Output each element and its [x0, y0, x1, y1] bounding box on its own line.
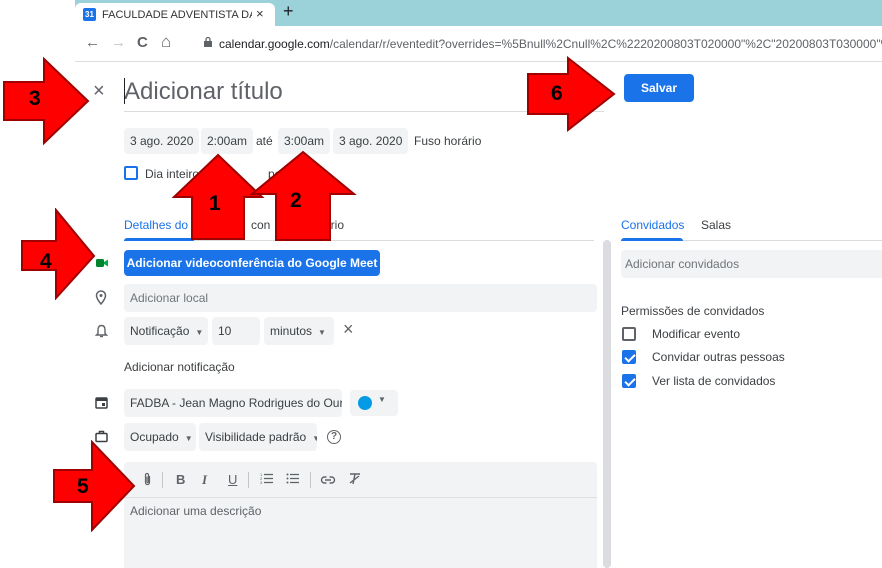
annotation-number-2: 2	[290, 189, 302, 212]
permission-modify-event-checkbox[interactable]	[622, 327, 636, 341]
annotation-number-6: 6	[551, 82, 563, 105]
save-button[interactable]: Salvar	[624, 74, 694, 102]
italic-icon[interactable]: I	[202, 472, 207, 488]
annotation-arrow-2	[249, 150, 357, 241]
toolbar-divider	[162, 472, 163, 488]
link-icon[interactable]	[320, 475, 336, 485]
all-day-checkbox[interactable]	[124, 166, 138, 180]
close-icon[interactable]: ×	[93, 80, 105, 103]
busy-status-value: Ocupado	[130, 430, 179, 444]
tab-title: FACULDADE ADVENTISTA DA BA	[102, 9, 252, 21]
guest-permissions-title: Permissões de convidados	[621, 304, 765, 318]
url-host: calendar.google.com	[219, 37, 330, 51]
bold-icon[interactable]: B	[176, 472, 185, 487]
reload-icon[interactable]: C	[137, 34, 148, 51]
start-date-chip[interactable]: 3 ago. 2020	[124, 128, 200, 154]
help-icon[interactable]: ?	[327, 430, 341, 444]
notification-unit-value: minutos	[270, 324, 313, 338]
location-pin-icon	[95, 290, 107, 306]
description-editor[interactable]: B I U 1 2 3 Adicionar uma descrição	[124, 462, 597, 568]
attachment-icon[interactable]	[143, 472, 152, 487]
remove-formatting-icon[interactable]	[348, 472, 362, 485]
tab-close-icon[interactable]: ×	[256, 6, 264, 21]
browser-tab-strip: 31 FACULDADE ADVENTISTA DA BA × +	[75, 0, 882, 26]
svg-text:3: 3	[260, 480, 263, 485]
annotation-arrow-5	[53, 440, 136, 532]
add-notification-link[interactable]: Adicionar notificação	[124, 360, 235, 374]
toolbar-divider	[310, 472, 311, 488]
browser-tab[interactable]: 31 FACULDADE ADVENTISTA DA BA ×	[75, 3, 275, 26]
bulleted-list-icon[interactable]	[286, 472, 300, 485]
permission-see-guest-list-label: Ver lista de convidados	[652, 374, 776, 388]
permission-see-guest-list-checkbox[interactable]	[622, 374, 636, 388]
notification-value-input[interactable]: 10	[212, 317, 260, 345]
google-meet-icon	[96, 259, 108, 267]
permission-modify-event-label: Modificar evento	[652, 327, 741, 341]
forward-arrow-icon[interactable]: →	[111, 34, 126, 51]
description-placeholder: Adicionar uma descrição	[130, 504, 262, 518]
toolbar-divider	[248, 472, 249, 488]
timezone-link[interactable]: Fuso horário	[414, 128, 481, 154]
notification-type-select[interactable]: Notificação ▼	[124, 317, 208, 345]
annotation-number-4: 4	[40, 250, 52, 273]
annotation-number-3: 3	[29, 87, 41, 110]
visibility-value: Visibilidade padrão	[205, 430, 307, 444]
visibility-select[interactable]: Visibilidade padrão ▼	[199, 423, 317, 451]
notification-unit-select[interactable]: minutos ▼	[264, 317, 334, 345]
permission-invite-others-checkbox[interactable]	[622, 350, 636, 364]
calendar-favicon-icon: 31	[83, 8, 96, 21]
chevron-down-icon: ▼	[312, 434, 317, 443]
add-google-meet-button[interactable]: Adicionar videoconferência do Google Mee…	[124, 250, 380, 276]
color-swatch	[358, 396, 372, 410]
vertical-scrollbar[interactable]	[603, 240, 611, 568]
url-path: /calendar/r/eventedit?overrides=%5Bnull%…	[329, 37, 882, 51]
start-time-chip[interactable]: 2:00am	[201, 128, 254, 154]
formatting-toolbar: B I U 1 2 3	[124, 462, 597, 498]
permission-invite-others-label: Convidar outras pessoas	[652, 350, 785, 364]
location-input[interactable]: Adicionar local	[124, 284, 597, 312]
new-tab-icon[interactable]: +	[283, 1, 294, 22]
remove-notification-icon[interactable]: ×	[343, 319, 354, 340]
bell-icon	[95, 324, 108, 338]
guest-tabs: Convidados Salas	[621, 216, 882, 241]
annotation-number-1: 1	[209, 192, 221, 215]
notification-type-value: Notificação	[130, 324, 190, 338]
back-arrow-icon[interactable]: ←	[85, 34, 100, 51]
calendar-owner-value: FADBA - Jean Magno Rodrigues do Ouro	[130, 396, 342, 410]
calendar-icon	[95, 397, 108, 409]
annotation-arrow-6	[527, 56, 616, 133]
chevron-down-icon: ▼	[378, 395, 386, 404]
underline-icon[interactable]: U	[228, 472, 237, 487]
annotation-number-5: 5	[77, 475, 89, 498]
numbered-list-icon[interactable]: 1 2 3	[260, 472, 274, 485]
active-tab-indicator	[621, 238, 683, 241]
event-color-select[interactable]: ▼	[350, 390, 398, 416]
chevron-down-icon: ▼	[318, 328, 326, 337]
annotation-arrow-3	[3, 56, 90, 146]
tab-guests[interactable]: Convidados	[621, 218, 684, 232]
lock-icon	[204, 37, 212, 47]
text-cursor	[124, 78, 125, 104]
chevron-down-icon: ▼	[195, 328, 204, 337]
chevron-down-icon: ▼	[184, 434, 193, 443]
url-field[interactable]: calendar.google.com/calendar/r/eventedit…	[219, 37, 882, 51]
add-guests-input[interactable]: Adicionar convidados	[621, 250, 882, 278]
annotation-arrow-4	[21, 208, 96, 300]
address-bar-row: ← → C ⌂ calendar.google.com/calendar/r/e…	[75, 26, 882, 62]
calendar-owner-select[interactable]: FADBA - Jean Magno Rodrigues do Ouro▼	[124, 389, 342, 417]
home-icon[interactable]: ⌂	[161, 32, 171, 52]
tab-rooms[interactable]: Salas	[701, 218, 731, 232]
